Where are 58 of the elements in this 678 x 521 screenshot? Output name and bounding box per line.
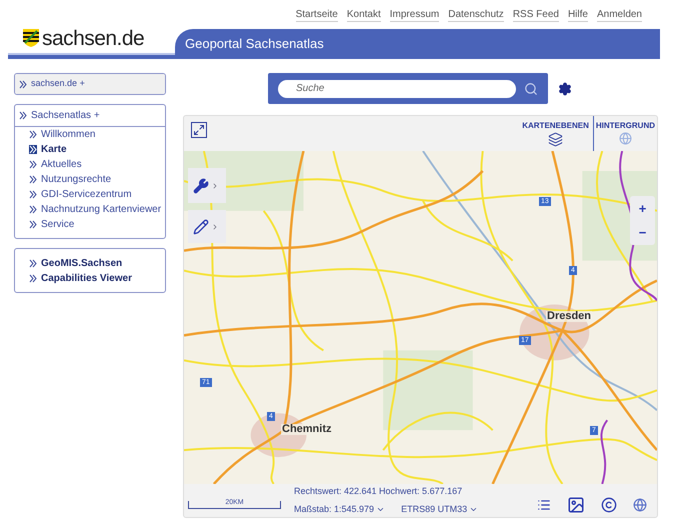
search-field[interactable]: Suche (278, 80, 516, 98)
chevron-icon (29, 205, 37, 214)
scale-dropdown[interactable]: Maßstab: 1:545.979 (294, 502, 386, 516)
chevron-icon (19, 80, 27, 88)
site-logo[interactable]: sachsen.de (42, 28, 144, 48)
city-label: Dresden (546, 311, 592, 322)
sidebar-link[interactable]: Nutzungsrechte (41, 172, 112, 187)
sidebar-link[interactable]: GeoMIS.Sachsen (41, 256, 122, 271)
chevron-icon (29, 259, 37, 268)
tools-button[interactable] (188, 168, 226, 203)
sidebar-header-label[interactable]: sachsen.de + (31, 77, 85, 91)
chevron-icon (29, 130, 37, 139)
chevron-icon (211, 222, 219, 230)
chevron-icon (29, 190, 37, 199)
sidebar-link[interactable]: Willkommen (41, 127, 96, 142)
chevron-icon (29, 160, 37, 169)
sidebar-link[interactable]: GDI-Servicezentrum (41, 187, 132, 202)
globe-icon (618, 132, 632, 145)
fullscreen-icon[interactable] (191, 122, 207, 138)
coordinates-text: Rechtswert: 422.641 Hochwert: 5.677.167 (294, 485, 464, 498)
coat-of-arms-icon (23, 29, 39, 47)
banner-title: Geoportal Sachsenatlas (185, 35, 324, 54)
sidebar-link[interactable]: Capabilities Viewer (41, 271, 132, 286)
top-nav-link[interactable]: RSS Feed (512, 9, 559, 22)
chevron-icon (29, 274, 37, 283)
sidebar-header[interactable]: Sachsenatlas + (15, 105, 165, 127)
sidebar-link[interactable]: Aktuelles (41, 157, 82, 172)
chevron-icon (29, 220, 37, 229)
search-icon[interactable] (524, 82, 538, 96)
zoom-out-button[interactable]: − (638, 226, 646, 240)
settings-icon[interactable] (558, 82, 572, 96)
top-nav-link[interactable]: Kontakt (346, 9, 381, 22)
list-icon[interactable] (537, 498, 551, 512)
sidebar-link[interactable]: Service (41, 217, 74, 232)
zoom-in-button[interactable]: + (638, 202, 646, 215)
city-label: Chemnitz (281, 424, 332, 435)
wrench-icon (193, 178, 209, 194)
image-icon[interactable] (567, 496, 585, 514)
globe-icon[interactable] (633, 498, 647, 512)
top-nav-link[interactable]: Datenschutz (448, 9, 504, 22)
copyright-icon[interactable] (601, 496, 617, 512)
layers-icon (548, 132, 564, 147)
draw-button[interactable] (188, 210, 226, 243)
sidebar-link[interactable]: Karte (41, 142, 67, 157)
background-button[interactable]: HINTERGRUND (594, 116, 657, 151)
top-nav-link[interactable]: Startseite (296, 9, 338, 22)
chevron-icon (29, 175, 37, 184)
chevron-icon (211, 182, 219, 190)
chevron-icon (29, 145, 37, 154)
sidebar-header-label[interactable]: Sachsenatlas + (31, 108, 100, 123)
sidebar-header[interactable]: sachsen.de + (15, 74, 165, 94)
pencil-icon (193, 218, 209, 234)
top-nav-link[interactable]: Anmelden (596, 9, 642, 22)
crs-dropdown[interactable]: ETRS89 UTM33 (401, 502, 478, 516)
top-nav-link[interactable]: Impressum (390, 9, 440, 22)
sidebar-link[interactable]: Nachnutzung Kartenviewer (41, 202, 162, 217)
chevron-icon (19, 111, 27, 120)
top-nav-link[interactable]: Hilfe (568, 9, 588, 22)
